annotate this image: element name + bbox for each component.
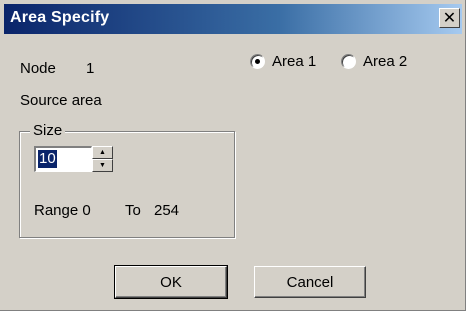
spin-down-button[interactable]: ▼ xyxy=(92,159,113,172)
radio-area-1[interactable]: Area 1 xyxy=(250,53,316,70)
spin-up-button[interactable]: ▲ xyxy=(92,146,113,159)
ok-button[interactable]: OK xyxy=(114,265,228,299)
radio-area-2[interactable]: Area 2 xyxy=(341,53,407,70)
radio-area-2-label: Area 2 xyxy=(363,53,408,70)
radio-checked-icon xyxy=(250,54,265,69)
size-group-title: Size xyxy=(30,122,66,139)
area-specify-dialog: Area Specify ✕ Node 1 Source area Area 1… xyxy=(0,0,466,311)
close-icon: ✕ xyxy=(442,10,457,27)
window-title: Area Specify xyxy=(10,9,110,26)
size-input[interactable]: 10 xyxy=(34,146,92,172)
range-to-label: To xyxy=(125,202,141,219)
size-spinner: ▲ ▼ xyxy=(92,146,113,172)
title-bar[interactable]: Area Specify ✕ xyxy=(4,4,462,34)
range-min-label: Range 0 xyxy=(34,202,91,219)
radio-area-1-label: Area 1 xyxy=(272,53,317,70)
size-value: 10 xyxy=(38,150,57,168)
node-label: Node xyxy=(20,60,56,77)
close-button[interactable]: ✕ xyxy=(439,8,460,28)
radio-unchecked-icon xyxy=(341,54,356,69)
node-value: 1 xyxy=(86,60,95,77)
cancel-button[interactable]: Cancel xyxy=(254,266,366,298)
chevron-down-icon: ▼ xyxy=(99,162,106,169)
source-area-label: Source area xyxy=(20,92,102,109)
range-max-value: 254 xyxy=(154,202,180,219)
chevron-up-icon: ▲ xyxy=(99,149,106,156)
